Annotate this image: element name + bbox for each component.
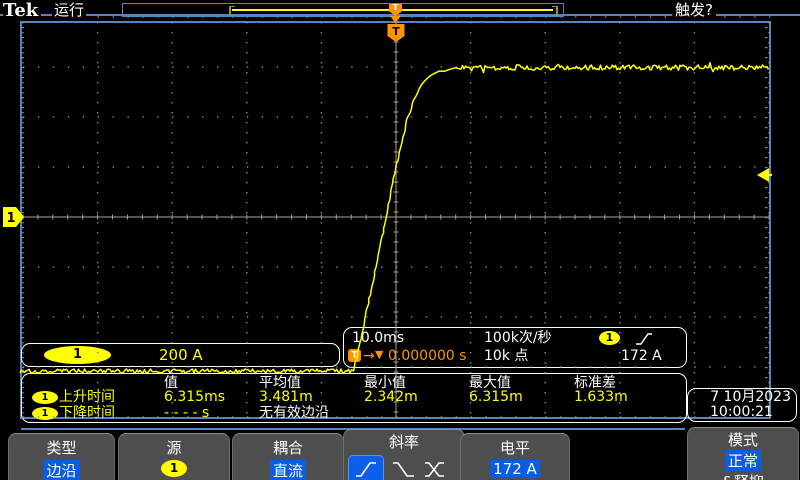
ch1-trace [20, 63, 769, 373]
trigger-status: 触发? [672, 2, 716, 19]
menu-type-value: 边沿 [43, 460, 79, 480]
svg-text:T: T [392, 25, 400, 38]
acquisition-status: 运行 [52, 2, 86, 19]
menu-level-label: 电平 [461, 437, 569, 458]
trigger-position-flag-icon[interactable]: T [388, 24, 405, 42]
menu-coupling-value: 直流 [270, 460, 306, 480]
channel1-position-marker[interactable]: 1 [3, 207, 24, 227]
both-edges-icon[interactable] [422, 459, 452, 479]
record-view-bar[interactable]: T [122, 3, 564, 17]
record-trigger-flag-icon[interactable]: T [389, 4, 402, 16]
record-right-bracket [552, 6, 558, 16]
menu-level-button[interactable]: 电平 172 A [460, 433, 570, 480]
menu-source-label: 源 [119, 437, 229, 458]
menu-mode-value2: &释抑 [688, 471, 798, 480]
graticule [22, 16, 771, 418]
menu-level-value: 172 A [490, 460, 540, 478]
menu-type-label: 类型 [9, 437, 114, 458]
rising-edge-selected-icon[interactable] [348, 455, 384, 480]
menu-coupling-button[interactable]: 耦合 直流 [232, 433, 344, 480]
menu-mode-button[interactable]: 模式 正常 &释抑 [687, 427, 799, 480]
menu-type-button[interactable]: 类型 边沿 [8, 433, 115, 480]
menu-mode-label: 模式 [688, 429, 798, 450]
menu-mode-value: 正常 [725, 450, 761, 471]
tek-logo: Tek [3, 1, 41, 21]
menu-slope-button[interactable]: 斜率 [343, 429, 465, 480]
waveform-display: T1 [0, 0, 800, 480]
falling-edge-icon[interactable] [390, 459, 418, 479]
menu-source-button[interactable]: 源 1 [118, 433, 230, 480]
trigger-level-arrow-icon[interactable] [757, 168, 772, 182]
record-left-bracket [229, 6, 235, 16]
menu-coupling-label: 耦合 [233, 437, 343, 458]
menu-slope-label: 斜率 [344, 431, 464, 452]
svg-text:1: 1 [6, 211, 15, 226]
oscilloscope-screen: Tek 运行 触发? T 1 200 A 10.0ms 100k次/秒 1 T … [0, 0, 800, 480]
menu-source-channel-badge: 1 [161, 460, 187, 477]
